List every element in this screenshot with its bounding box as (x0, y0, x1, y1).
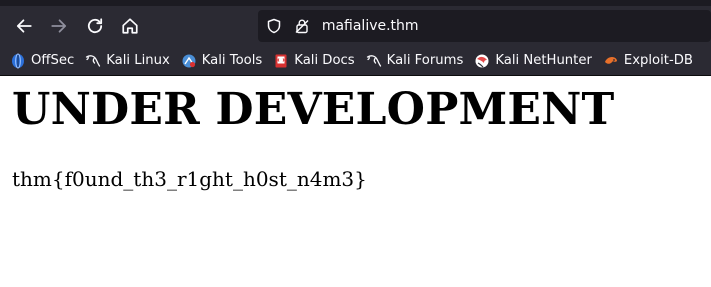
tracking-protection-shield-icon[interactable] (266, 18, 282, 34)
offsec-icon (10, 53, 26, 69)
kali-docs-icon (273, 53, 289, 69)
kali-dragon-icon (85, 53, 101, 69)
exploitdb-icon (603, 53, 619, 69)
kali-dragon-icon (366, 53, 382, 69)
bookmark-label: Kali Linux (106, 53, 170, 68)
insecure-connection-lock-icon[interactable] (294, 18, 310, 34)
navigation-toolbar: mafialive.thm (0, 6, 711, 46)
reload-icon (87, 18, 102, 34)
bookmark-label: OffSec (31, 53, 75, 68)
bookmark-label: Kali Docs (294, 53, 355, 68)
bookmark-label: Kali NetHunter (495, 53, 592, 68)
bookmark-label: Kali Tools (201, 53, 263, 68)
kali-tools-icon (181, 53, 197, 69)
bookmark-label: Kali Forums (386, 53, 464, 68)
bookmark-label: Exploit-DB (623, 53, 693, 68)
url-text[interactable]: mafialive.thm (322, 18, 419, 34)
flag-text: thm{f0und_th3_r1ght_h0st_n4m3} (12, 167, 367, 191)
bookmark-kali-forums[interactable]: Kali Forums (366, 49, 464, 73)
bookmark-kali-nethunter[interactable]: Kali NetHunter (474, 49, 592, 73)
home-button[interactable] (112, 10, 147, 42)
bookmark-exploit-db[interactable]: Exploit-DB (603, 49, 693, 73)
nethunter-icon (474, 53, 490, 69)
browser-chrome: mafialive.thm OffSec Kali Linux Kali Too… (0, 0, 711, 76)
bookmark-kali-tools[interactable]: Kali Tools (181, 49, 263, 73)
home-icon (122, 18, 138, 34)
arrow-left-icon (16, 19, 32, 33)
bookmark-kali-docs[interactable]: Kali Docs (273, 49, 355, 73)
bookmark-kali-linux[interactable]: Kali Linux (85, 49, 170, 73)
back-button[interactable] (6, 10, 41, 42)
bookmarks-toolbar: OffSec Kali Linux Kali Tools Kali Docs K… (0, 46, 711, 76)
bookmark-offsec[interactable]: OffSec (10, 49, 74, 73)
page-heading: UNDER DEVELOPMENT (12, 84, 615, 135)
reload-button[interactable] (77, 10, 112, 42)
url-bar[interactable]: mafialive.thm (257, 10, 711, 42)
page-content: UNDER DEVELOPMENT thm{f0und_th3_r1ght_h0… (0, 76, 711, 287)
forward-button[interactable] (41, 10, 76, 42)
arrow-right-icon (51, 19, 67, 33)
